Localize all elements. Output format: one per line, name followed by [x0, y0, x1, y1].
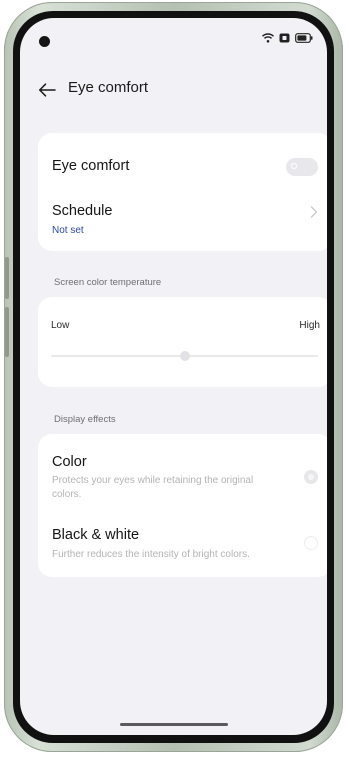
black-white-radio[interactable]	[304, 536, 318, 550]
status-bar-icons	[262, 33, 313, 43]
eye-comfort-label: Eye comfort	[52, 158, 130, 174]
color-option-title: Color	[52, 454, 87, 470]
front-camera	[39, 36, 50, 47]
slider-thumb[interactable]	[179, 351, 190, 361]
toggle-off-indicator	[291, 163, 297, 169]
black-white-option-title: Black & white	[52, 527, 140, 543]
battery-icon	[295, 33, 313, 43]
display-effects-card: Color Protects your eyes while retaining…	[38, 434, 327, 577]
color-temperature-card: Low High	[38, 297, 327, 387]
black-white-option-description: Further reduces the intensity of bright …	[52, 549, 250, 560]
display-effects-section-label: Display effects	[54, 414, 116, 425]
arrow-left-icon[interactable]	[36, 79, 58, 101]
nfc-icon	[279, 33, 290, 43]
volume-button	[5, 257, 9, 299]
power-button	[5, 307, 9, 357]
schedule-value: Not set	[52, 225, 84, 236]
eye-comfort-card: Eye comfort Schedule Not set	[38, 133, 327, 251]
color-option-description: Protects your eyes while retaining the o…	[52, 475, 254, 500]
screen: Eye comfort Eye comfort Schedule Not set…	[20, 18, 327, 735]
wifi-icon	[262, 33, 274, 43]
phone-bezel: Eye comfort Eye comfort Schedule Not set…	[13, 11, 334, 743]
slider-low-label: Low	[51, 320, 70, 331]
page-title: Eye comfort	[68, 79, 149, 96]
phone-frame: Eye comfort Eye comfort Schedule Not set…	[4, 2, 343, 752]
schedule-label: Schedule	[52, 203, 113, 219]
home-indicator[interactable]	[119, 723, 228, 726]
slider-high-label: High	[299, 320, 320, 331]
eye-comfort-toggle[interactable]	[286, 158, 318, 176]
color-radio[interactable]	[304, 470, 318, 484]
color-temperature-section-label: Screen color temperature	[54, 277, 162, 288]
chevron-right-icon	[310, 206, 318, 218]
